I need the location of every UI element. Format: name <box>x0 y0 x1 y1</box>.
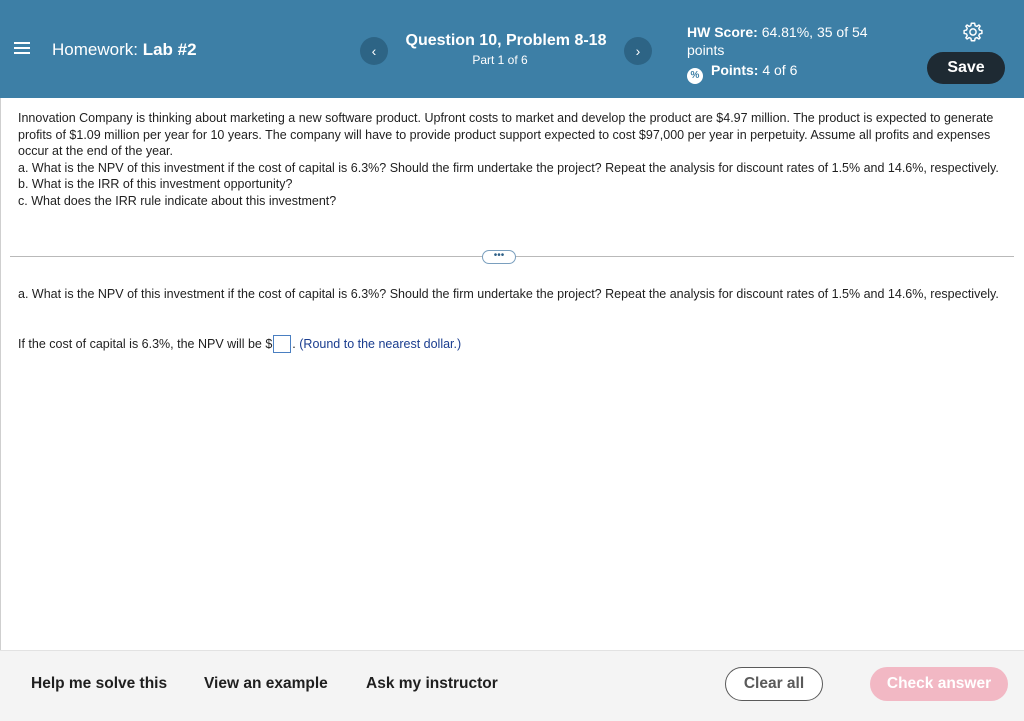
question-part: Part 1 of 6 <box>472 53 528 67</box>
problem-part-c: c. What does the IRR rule indicate about… <box>18 193 337 208</box>
next-question-button[interactable]: › <box>624 37 652 65</box>
expand-ellipsis-button[interactable]: ••• <box>482 250 516 264</box>
hamburger-menu-icon[interactable] <box>14 40 30 56</box>
points-value: 4 of 6 <box>762 62 798 78</box>
problem-part-b: b. What is the IRR of this investment op… <box>18 177 293 191</box>
homework-title: Homework: Lab #2 <box>52 40 197 60</box>
left-frame-border <box>0 98 1 720</box>
homework-prefix: Homework: <box>52 40 138 59</box>
hw-score-value: 64.81%, 35 of 54 <box>761 24 868 40</box>
question-title: Question 10, Problem 8-18 <box>405 32 607 49</box>
hw-score-unit: points <box>687 42 725 58</box>
ask-instructor-button[interactable]: Ask my instructor <box>366 675 498 693</box>
problem-statement: Innovation Company is thinking about mar… <box>18 110 1010 209</box>
rounding-hint: (Round to the nearest dollar.) <box>299 337 462 351</box>
answer-suffix: . <box>292 337 296 351</box>
previous-question-button[interactable]: ‹ <box>360 37 388 65</box>
problem-intro: Innovation Company is thinking about mar… <box>18 111 994 158</box>
view-example-button[interactable]: View an example <box>204 675 328 693</box>
answer-prefix: If the cost of capital is 6.3%, the NPV … <box>18 337 273 351</box>
problem-part-a: a. What is the NPV of this investment if… <box>18 160 999 175</box>
clear-all-button[interactable]: Clear all <box>725 667 823 701</box>
hw-score-label: HW Score: <box>687 24 758 40</box>
answer-line: If the cost of capital is 6.3%, the NPV … <box>18 335 461 353</box>
settings-gear-icon[interactable] <box>962 21 984 43</box>
check-answer-button[interactable]: Check answer <box>870 667 1008 701</box>
partial-credit-icon: % <box>687 68 703 84</box>
top-header: Homework: Lab #2 ‹ Question 10, Problem … <box>0 0 1024 98</box>
homework-name: Lab #2 <box>142 40 197 59</box>
points-status: % Points: 4 of 6 <box>687 61 797 84</box>
hw-score: HW Score: 64.81%, 35 of 54 points <box>687 23 897 59</box>
current-question-text: a. What is the NPV of this investment if… <box>18 287 999 301</box>
footer-bar: Help me solve this View an example Ask m… <box>0 650 1024 721</box>
npv-answer-input[interactable] <box>273 335 292 353</box>
save-button[interactable]: Save <box>927 52 1005 84</box>
help-me-solve-button[interactable]: Help me solve this <box>31 675 167 693</box>
points-label: Points: <box>711 62 759 78</box>
